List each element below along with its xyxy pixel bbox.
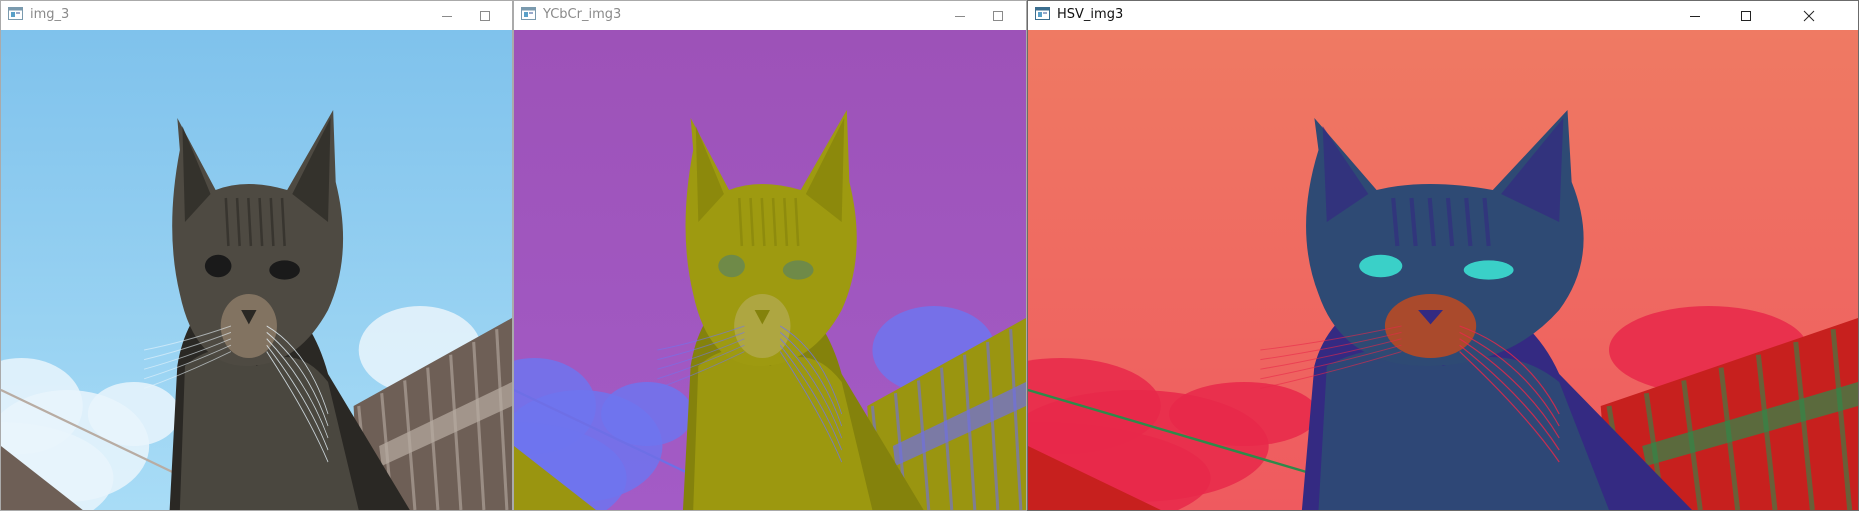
close-icon bbox=[1803, 10, 1815, 21]
cat-eye-left bbox=[1359, 254, 1403, 278]
image-window-1[interactable]: img_3 bbox=[0, 0, 513, 511]
window-title: img_3 bbox=[30, 7, 70, 22]
window-app-icon bbox=[8, 7, 23, 20]
minimize-button[interactable] bbox=[1673, 1, 1717, 30]
image-window-3[interactable]: HSV_img3 bbox=[1027, 0, 1859, 511]
image-canvas bbox=[514, 30, 1026, 510]
maximize-icon bbox=[1741, 10, 1751, 21]
window-title: YCbCr_img3 bbox=[543, 7, 622, 22]
image-canvas bbox=[1, 30, 512, 510]
cat-eye-right bbox=[269, 260, 300, 280]
image-canvas bbox=[1028, 30, 1858, 510]
window-title: HSV_img3 bbox=[1057, 7, 1124, 22]
maximize-button[interactable] bbox=[976, 1, 1020, 30]
image-window-2[interactable]: YCbCr_img3 bbox=[513, 0, 1027, 511]
title-bar[interactable]: YCbCr_img3 bbox=[514, 1, 1026, 30]
cat-photo-hsv bbox=[1028, 30, 1858, 510]
minimize-icon bbox=[1690, 15, 1700, 17]
window-app-icon bbox=[1035, 7, 1050, 20]
cat-eye-left bbox=[718, 254, 745, 278]
cat-photo-original bbox=[1, 30, 512, 510]
title-bar[interactable]: HSV_img3 bbox=[1028, 1, 1858, 30]
title-bar[interactable]: img_3 bbox=[1, 1, 512, 30]
cat-eye-right bbox=[1463, 260, 1514, 280]
minimize-icon bbox=[955, 15, 965, 17]
maximize-button[interactable] bbox=[1724, 1, 1768, 30]
maximize-button[interactable] bbox=[463, 1, 507, 30]
cat-eye-left bbox=[204, 254, 232, 278]
window-app-icon bbox=[521, 7, 536, 20]
cat-eye-right bbox=[782, 260, 814, 280]
cat-photo-ycbcr bbox=[514, 30, 1026, 510]
close-button[interactable] bbox=[1787, 1, 1831, 30]
maximize-icon bbox=[480, 10, 490, 21]
minimize-icon bbox=[442, 15, 452, 17]
maximize-icon bbox=[993, 10, 1003, 21]
